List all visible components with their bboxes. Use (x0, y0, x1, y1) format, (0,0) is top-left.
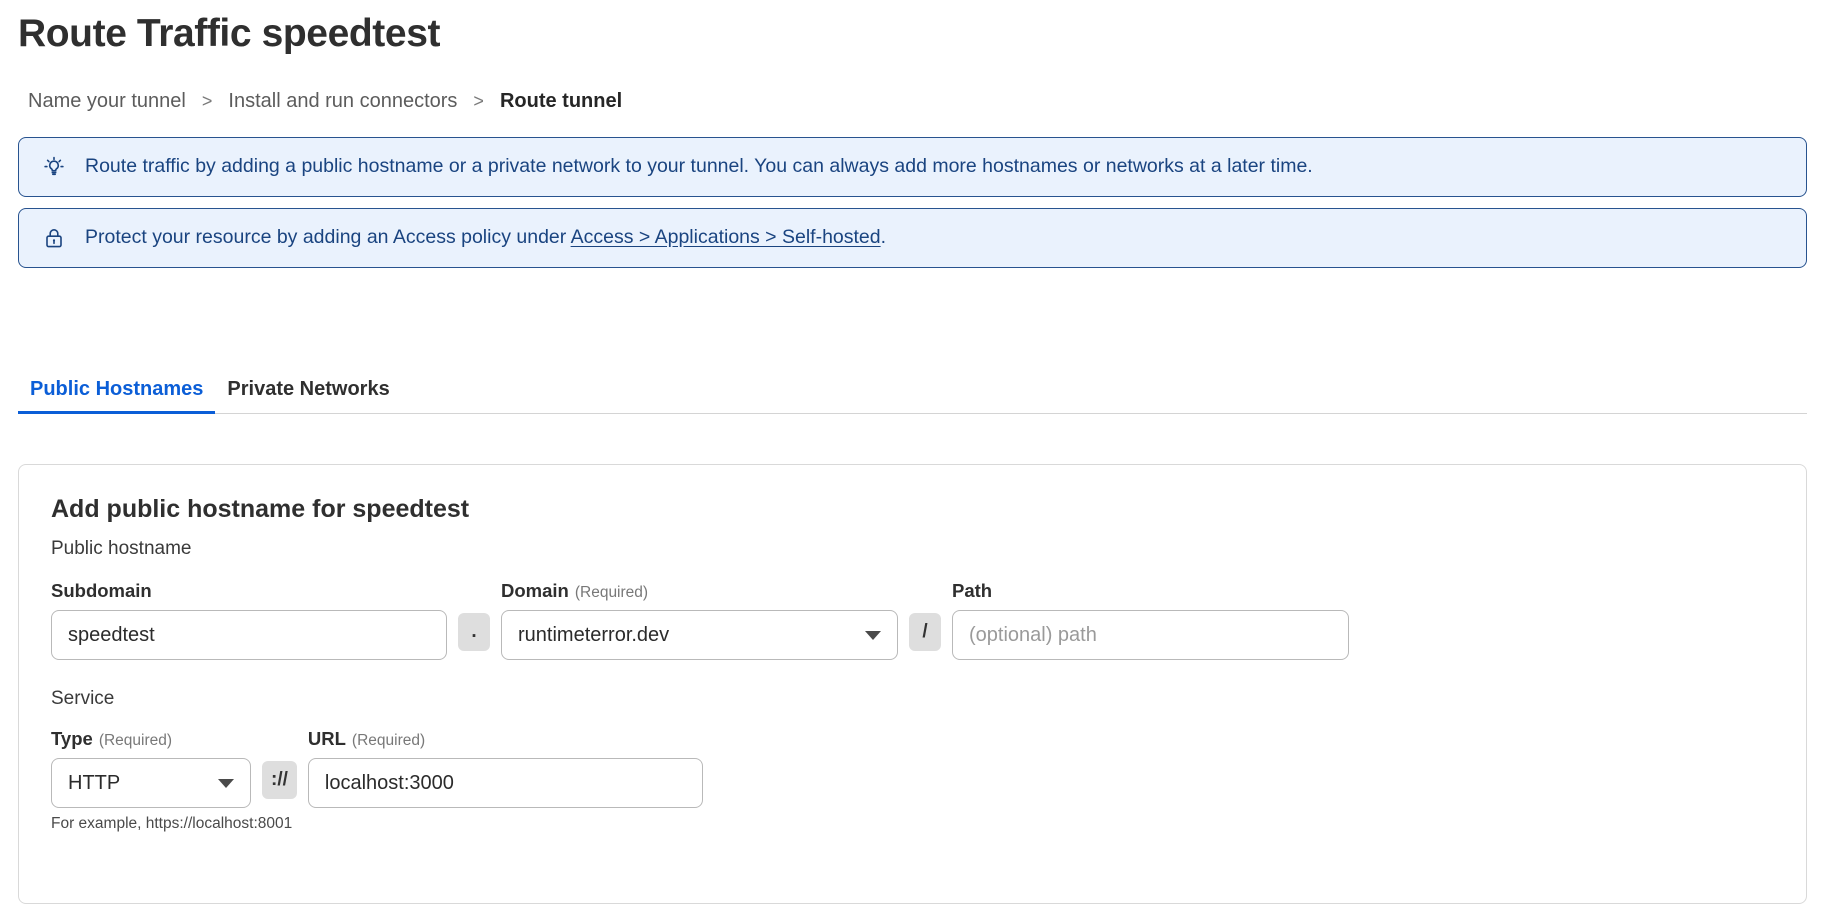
breadcrumb-item-name-your-tunnel[interactable]: Name your tunnel (28, 90, 186, 113)
subdomain-label: Subdomain (51, 580, 152, 601)
url-input-value: localhost:3000 (324, 771, 454, 794)
service-section-label: Service (51, 688, 115, 709)
scheme-separator-spacer (251, 728, 308, 755)
dot-separator-spacer (447, 580, 501, 607)
path-input-placeholder: (optional) path (969, 623, 1097, 646)
public-hostname-section-label: Public hostname (51, 538, 192, 559)
domain-select[interactable]: runtimeterror.dev (501, 610, 898, 660)
slash-separator-badge: / (909, 613, 941, 651)
scheme-separator-badge: :// (262, 761, 297, 799)
breadcrumb-separator: > (201, 91, 213, 111)
url-required-note: (Required) (351, 732, 426, 749)
slash-separator-spacer (898, 580, 952, 607)
path-field-group: Path (optional) path (952, 580, 1349, 660)
subdomain-input[interactable]: speedtest (51, 610, 447, 660)
access-applications-self-hosted-link[interactable]: Access > Applications > Self-hosted (571, 226, 881, 248)
url-helper-text: For example, https://localhost:8001 (51, 815, 293, 832)
type-select-value: HTTP (68, 771, 121, 794)
lock-icon (41, 225, 67, 251)
service-row: Type (Required) HTTP :// URL (Required) lo… (51, 728, 1774, 808)
subdomain-field-group: Subdomain speedtest (51, 580, 447, 660)
url-label: URL (Required) (307, 728, 426, 749)
breadcrumb-separator: > (473, 91, 484, 111)
type-required-note: (Required) (98, 732, 173, 749)
info-banner-access-policy: Protect your resource by adding an Acces… (18, 208, 1807, 268)
domain-select-value: runtimeterror.dev (518, 623, 670, 646)
hostname-tabs: Public Hostnames Private Networks (18, 368, 1807, 414)
domain-label: Domain (Required) (501, 580, 649, 601)
domain-field-group: Domain (Required) runtimeterror.dev (501, 580, 898, 660)
breadcrumb: Name your tunnel > Install and run conne… (28, 90, 622, 113)
page-title: Route Traffic speedtest (18, 12, 441, 55)
type-label: Type (Required) (51, 728, 173, 749)
tab-private-networks[interactable]: Private Networks (215, 378, 401, 413)
type-field-group: Type (Required) HTTP (51, 728, 251, 808)
lightbulb-icon (41, 154, 67, 180)
subdomain-input-value: speedtest (68, 623, 155, 646)
info-banner-route-traffic: Route traffic by adding a public hostnam… (18, 137, 1807, 197)
type-select[interactable]: HTTP (51, 758, 251, 808)
tab-public-hostnames[interactable]: Public Hostnames (18, 378, 216, 414)
chevron-down-icon (865, 630, 881, 640)
hostname-row: Subdomain speedtest . Domain (Required) r… (51, 580, 1774, 660)
card-title: Add public hostname for speedtest (51, 495, 470, 523)
url-input[interactable]: localhost:3000 (307, 758, 703, 808)
url-field-group: URL (Required) localhost:3000 (307, 728, 703, 808)
access-banner-text-before: Protect your resource by adding an Acces… (85, 226, 571, 249)
chevron-down-icon (218, 778, 234, 788)
path-label: Path (952, 580, 993, 601)
route-traffic-page: Route Traffic speedtest Name your tunnel… (0, 0, 1825, 910)
info-banner-text: Route traffic by adding a public hostnam… (85, 155, 1313, 178)
domain-required-note: (Required) (574, 584, 649, 601)
add-public-hostname-card: Add public hostname for speedtest Public… (18, 464, 1807, 904)
access-banner-text-after: . (880, 226, 887, 249)
breadcrumb-item-install-and-run-connectors[interactable]: Install and run connectors (228, 90, 457, 113)
access-banner-text: Protect your resource by adding an Acces… (85, 226, 886, 249)
breadcrumb-item-route-tunnel: Route tunnel (499, 90, 623, 112)
path-input[interactable]: (optional) path (952, 610, 1349, 660)
dot-separator-badge: . (458, 613, 490, 651)
